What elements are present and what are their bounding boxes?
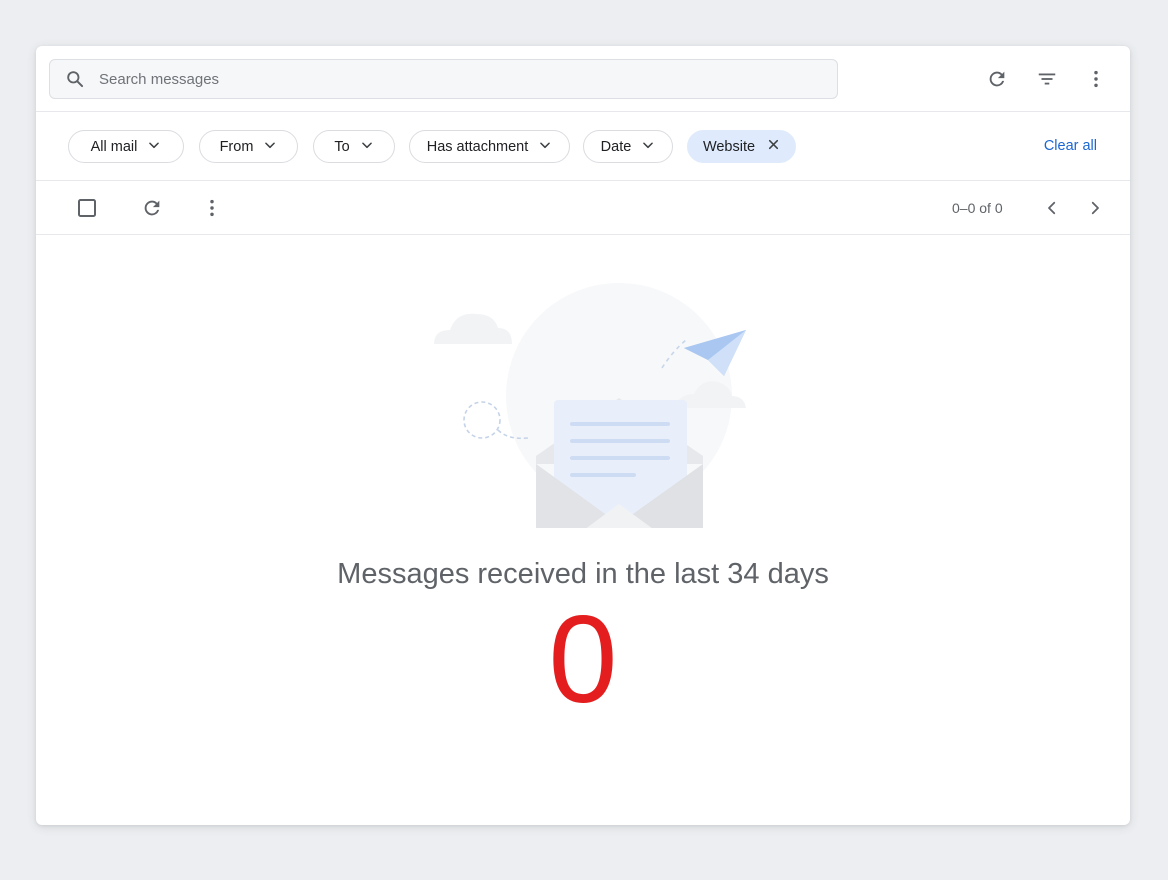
message-toolbar: 0–0 of 0 bbox=[36, 181, 1130, 235]
refresh-icon[interactable] bbox=[982, 64, 1012, 94]
chevron-down-icon bbox=[641, 138, 655, 156]
more-vert-icon[interactable] bbox=[1081, 64, 1111, 94]
filter-chip-label: From bbox=[219, 138, 254, 155]
filter-icon[interactable] bbox=[1032, 64, 1062, 94]
filter-chip-website[interactable]: Website bbox=[687, 130, 796, 163]
filter-chip-all-mail[interactable]: All mail bbox=[68, 130, 184, 163]
empty-state-title: Messages received in the last 34 days bbox=[337, 558, 829, 590]
chevron-left-icon[interactable] bbox=[1037, 193, 1067, 223]
empty-inbox-illustration bbox=[434, 283, 746, 528]
chevron-down-icon bbox=[360, 138, 374, 156]
filter-chip-label: Date bbox=[600, 138, 632, 155]
search-input[interactable] bbox=[99, 70, 759, 88]
close-icon[interactable] bbox=[767, 138, 780, 155]
top-bar bbox=[36, 46, 1130, 112]
clear-all-link[interactable]: Clear all bbox=[1044, 138, 1097, 154]
chevron-right-icon[interactable] bbox=[1080, 193, 1110, 223]
search-box[interactable] bbox=[49, 59, 838, 99]
filter-chip-from[interactable]: From bbox=[199, 130, 298, 163]
mail-window: All mail From To Has attachment Date Web… bbox=[36, 46, 1130, 825]
message-count: 0 bbox=[548, 591, 618, 729]
chevron-down-icon bbox=[538, 138, 552, 156]
select-all-checkbox[interactable] bbox=[72, 193, 102, 223]
filter-chip-to[interactable]: To bbox=[313, 130, 395, 163]
filter-chip-date[interactable]: Date bbox=[583, 130, 673, 163]
filter-chip-label: All mail bbox=[90, 138, 138, 155]
chevron-down-icon bbox=[263, 138, 277, 156]
more-vert-icon[interactable] bbox=[197, 193, 227, 223]
filter-chip-row: All mail From To Has attachment Date Web… bbox=[36, 112, 1130, 181]
filter-chip-has-attachment[interactable]: Has attachment bbox=[409, 130, 570, 163]
filter-chip-label: Website bbox=[702, 138, 756, 155]
pagination-text: 0–0 of 0 bbox=[952, 200, 1003, 216]
refresh-icon[interactable] bbox=[137, 193, 167, 223]
filter-chip-label: Has attachment bbox=[426, 138, 529, 155]
search-icon bbox=[65, 69, 85, 89]
filter-chip-label: To bbox=[334, 138, 350, 155]
chevron-down-icon bbox=[147, 138, 161, 156]
